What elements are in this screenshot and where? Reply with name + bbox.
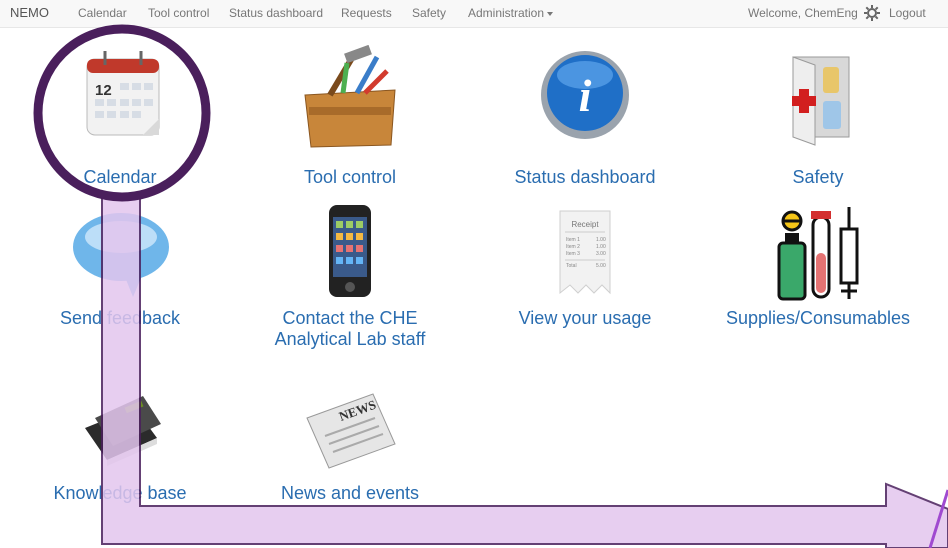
tile-tool-control-label: Tool control [303,167,397,187]
receipt-icon: Receipt Item 1 1.00 Item 2 1.00 Item 3 3.00… [559,210,611,295]
nav-calendar[interactable]: Calendar [78,6,127,20]
nav-status-dashboard[interactable]: Status dashboard [229,6,323,20]
tile-safety[interactable]: Safety [708,45,928,205]
phone-icon [329,205,371,297]
tile-status-dashboard-label: Status dashboard [514,167,656,187]
tile-safety-label: Safety [792,167,844,187]
tile-calendar-label: Calendar [83,167,157,187]
first-aid-cabinet-icon [792,56,850,146]
receipt-total-label: Total [566,263,577,269]
nav-requests[interactable]: Requests [341,6,392,20]
tile-news-events-label: News and events [280,483,420,503]
logout-link[interactable]: Logout [889,6,926,20]
tile-news-events[interactable]: NEWS News and events [240,378,460,538]
receipt-row-1-name: Item 1 [566,237,580,243]
tile-view-usage-label: View your usage [518,308,652,328]
nav-administration[interactable]: Administration [468,6,554,20]
info-letter: i [579,70,592,121]
tile-status-dashboard[interactable]: i Status dashboard [475,45,695,205]
tile-supplies-label: Supplies/Consumables [725,308,911,328]
tile-contact-staff[interactable]: Contact the CHE Analytical Lab staff [240,203,460,363]
brand-link[interactable]: NEMO [10,5,49,20]
tile-send-feedback[interactable]: Send feedback [10,203,230,363]
calendar-day: 12 [95,82,112,99]
receipt-row-2-amount: 1.00 [596,244,606,250]
tile-knowledge-base[interactable]: Knowledge base [10,378,230,538]
tile-supplies[interactable]: Supplies/Consumables [708,203,928,363]
nav-tool-control[interactable]: Tool control [148,6,209,20]
speech-bubble-icon [73,213,169,297]
receipt-row-3-amount: 3.00 [596,251,606,257]
books-icon [85,396,161,466]
tile-tool-control[interactable]: Tool control [240,45,460,205]
nav-administration-label: Administration [468,6,545,20]
gear-icon[interactable] [863,4,881,25]
receipt-row-1-amount: 1.00 [596,237,606,243]
welcome-user-link[interactable]: Welcome, ChemEng [748,6,858,20]
chevron-down-icon [547,11,554,16]
tile-send-feedback-label: Send feedback [59,308,181,328]
receipt-row-3-name: Item 3 [566,251,580,257]
receipt-total-amount: 5.00 [596,263,606,269]
calendar-icon: 12 [86,51,160,136]
newspaper-icon: NEWS [306,393,396,469]
tile-knowledge-base-label: Knowledge base [53,483,187,503]
annotation-stroke [928,489,948,548]
tile-calendar[interactable]: 12 Calendar [10,45,230,205]
receipt-row-2-name: Item 2 [566,244,580,250]
info-icon: i [541,51,629,139]
toolbox-icon [304,45,396,148]
tile-contact-staff-label: Contact the CHE Analytical Lab staff [274,308,426,349]
nav-safety[interactable]: Safety [412,6,446,20]
top-navbar: NEMO Calendar Tool control Status dashbo… [0,0,948,28]
lab-supplies-icon [777,207,859,301]
tile-view-usage[interactable]: Receipt Item 1 1.00 Item 2 1.00 Item 3 3.00… [475,203,695,363]
receipt-title: Receipt [571,220,599,229]
